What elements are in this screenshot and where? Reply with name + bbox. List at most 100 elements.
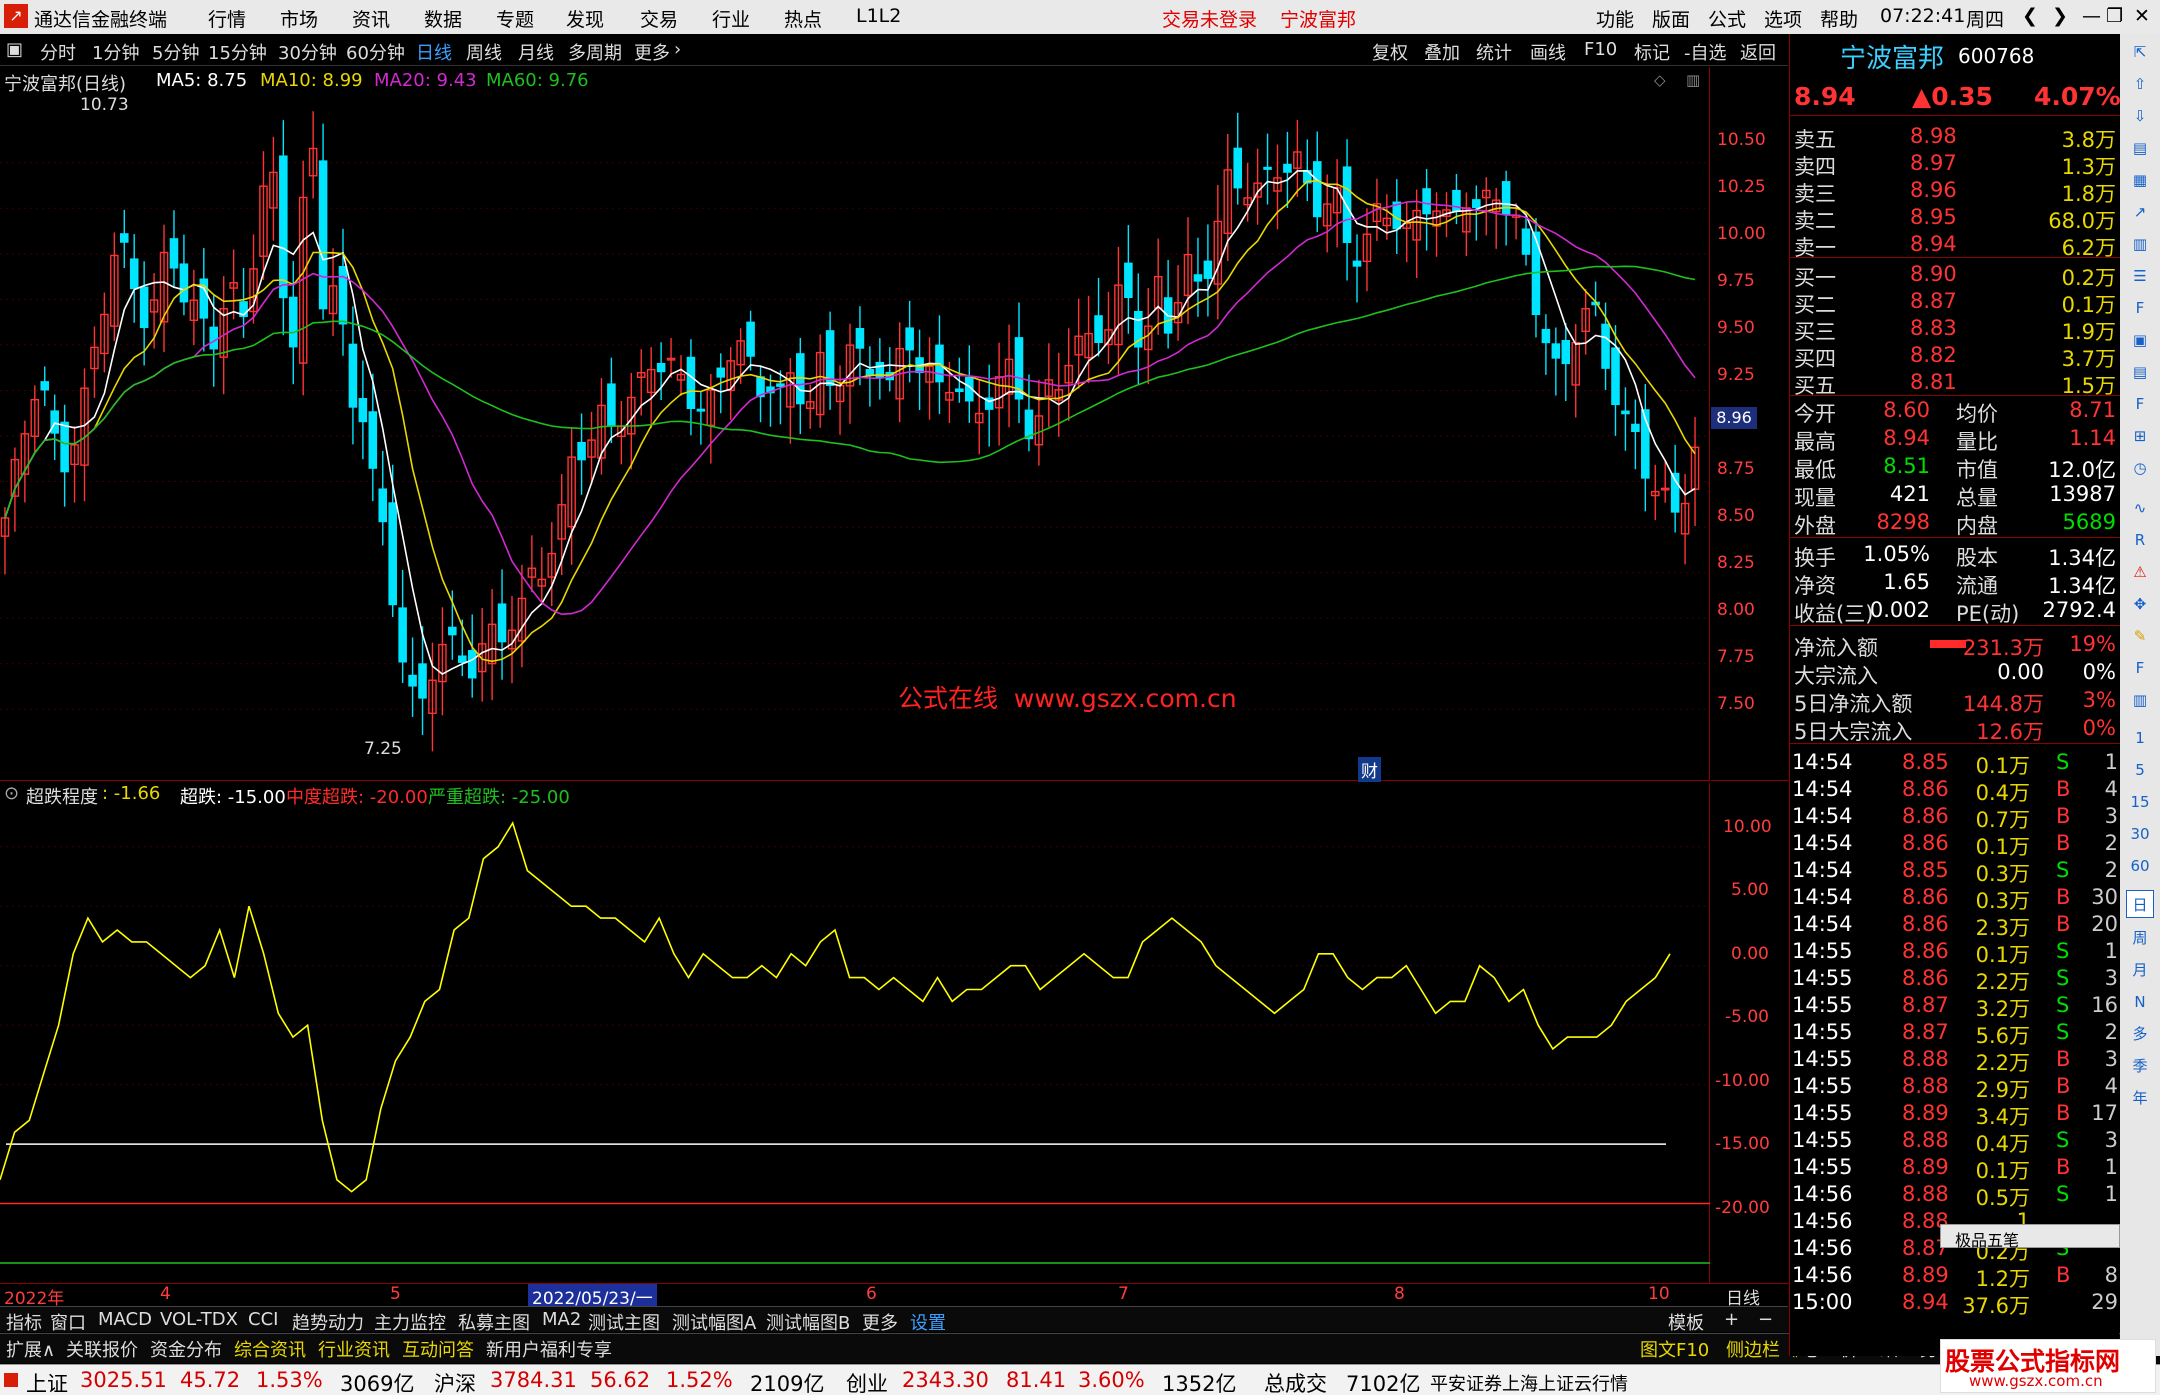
tab-guanlian[interactable]: 关联报价 <box>66 1336 138 1362</box>
tab-ceshi-zhu[interactable]: 测试主图 <box>588 1309 660 1335</box>
tab-multi[interactable]: 多周期 <box>568 39 622 65</box>
menu-gongshi[interactable]: 公式 <box>1708 5 1746 32</box>
doc-icon[interactable]: ▤ <box>2126 358 2154 386</box>
btn-add[interactable]: + <box>1724 1309 1739 1330</box>
kline-icon[interactable]: ▥ <box>2126 230 2154 258</box>
tab-macd[interactable]: MACD <box>98 1309 152 1330</box>
indicator-toggle-icon[interactable]: ⊙ <box>4 783 19 804</box>
table-icon[interactable]: ▣ <box>2126 326 2154 354</box>
btn-f10[interactable]: F10 <box>1584 39 1617 60</box>
menu-jiaoyi[interactable]: 交易 <box>640 5 678 32</box>
menu-hangye[interactable]: 行业 <box>712 5 750 32</box>
tab-zhibiao[interactable]: 指标 <box>6 1309 42 1335</box>
btn-remove[interactable]: − <box>1758 1309 1773 1330</box>
period-30[interactable]: 30 <box>2126 820 2154 848</box>
menu-l1l2[interactable]: L1L2 <box>856 5 901 27</box>
grid-icon[interactable]: ▦ <box>2126 166 2154 194</box>
forward-arrow-icon[interactable]: ❯ <box>2052 5 2068 27</box>
tab-zonghe[interactable]: 综合资讯 <box>234 1336 306 1362</box>
period-day[interactable]: 日 <box>2126 890 2154 918</box>
tab-kuozhan[interactable]: 扩展∧ <box>6 1336 55 1362</box>
period-n[interactable]: N <box>2126 988 2154 1016</box>
period-60[interactable]: 60 <box>2126 852 2154 880</box>
wave-icon[interactable]: ∿ <box>2126 494 2154 522</box>
tab-simu[interactable]: 私募主图 <box>458 1309 530 1335</box>
tab-30min[interactable]: 30分钟 <box>278 39 337 65</box>
menu-faxian[interactable]: 发现 <box>566 5 604 32</box>
cy-name[interactable]: 创业 <box>846 1368 888 1395</box>
stock-tab[interactable]: 宁波富邦 <box>1280 5 1356 32</box>
ime-popup[interactable]: 极品五笔 <box>1940 1224 2120 1250</box>
tab-qushi[interactable]: 趋势动力 <box>292 1309 364 1335</box>
chart-window-icon[interactable]: ▥ <box>1686 71 1700 89</box>
tab-ceshi-a[interactable]: 测试幅图A <box>672 1309 756 1335</box>
back-arrow-icon[interactable]: ❮ <box>2022 5 2038 27</box>
menu-hangqing[interactable]: 行情 <box>208 5 246 32</box>
chart-icon[interactable]: ▥ <box>2126 686 2154 714</box>
period-5[interactable]: 5 <box>2126 756 2154 784</box>
sz-name[interactable]: 沪深 <box>434 1368 476 1395</box>
period-15[interactable]: 15 <box>2126 788 2154 816</box>
collapse-icon[interactable]: ⇱ <box>2126 38 2154 66</box>
tab-zhuli[interactable]: 主力监控 <box>374 1309 446 1335</box>
tab-hangye-zixun[interactable]: 行业资讯 <box>318 1336 390 1362</box>
bid-row[interactable]: 买一 8.90 0.2万 <box>1790 262 2120 290</box>
tab-fenshi[interactable]: 分时 <box>40 39 76 65</box>
btn-tongji[interactable]: 统计 <box>1476 39 1512 65</box>
chart-settings-icon[interactable]: ◇ <box>1654 71 1666 89</box>
menu-shuju[interactable]: 数据 <box>424 5 462 32</box>
tab-5min[interactable]: 5分钟 <box>152 39 199 65</box>
clock-icon[interactable]: ◷ <box>2126 454 2154 482</box>
btn-fanhui[interactable]: 返回 <box>1740 39 1776 65</box>
rsi-icon[interactable]: R <box>2126 526 2154 554</box>
tab-hudong[interactable]: 互动问答 <box>402 1336 474 1362</box>
ask-row[interactable]: 卖一 8.94 6.2万 <box>1790 232 2120 260</box>
period-multi[interactable]: 多 <box>2126 1020 2154 1048</box>
btn-fuquan[interactable]: 复权 <box>1372 39 1408 65</box>
move-icon[interactable]: ✥ <box>2126 590 2154 618</box>
news-icon[interactable]: ▤ <box>2126 134 2154 162</box>
btn-biaoji[interactable]: 标记 <box>1634 39 1670 65</box>
tick-list[interactable]: 14:54 8.85 0.1万 S 1 14:54 8.86 0.4万 B 4 14:54 8.86 0… <box>1790 750 2120 1356</box>
tab-monthly[interactable]: 月线 <box>518 39 554 65</box>
bid-row[interactable]: 买三 8.83 1.9万 <box>1790 316 2120 344</box>
menu-zixun[interactable]: 资讯 <box>352 5 390 32</box>
ask-row[interactable]: 卖三 8.96 1.8万 <box>1790 178 2120 206</box>
period-week[interactable]: 周 <box>2126 924 2154 952</box>
login-status[interactable]: 交易未登录 <box>1162 5 1257 32</box>
bid-row[interactable]: 买五 8.81 1.5万 <box>1790 370 2120 398</box>
tab-weekly[interactable]: 周线 <box>466 39 502 65</box>
restore-icon[interactable]: ❐ <box>2106 5 2123 27</box>
compare-icon[interactable]: ⊞ <box>2126 422 2154 450</box>
period-month[interactable]: 月 <box>2126 956 2154 984</box>
period-year[interactable]: 年 <box>2126 1084 2154 1112</box>
period-season[interactable]: 季 <box>2126 1052 2154 1080</box>
indicator-chart[interactable]: ⊙ 超跌程度 : -1.66 超跌: -15.00 中度超跌: -20.00 严… <box>0 783 1710 1283</box>
menu-xuanxiang[interactable]: 选项 <box>1764 5 1802 32</box>
btn-cebianlan[interactable]: 侧边栏《 <box>1726 1336 1798 1362</box>
tab-more[interactable]: 更多 <box>634 39 670 65</box>
period-1[interactable]: 1 <box>2126 724 2154 752</box>
tab-60min[interactable]: 60分钟 <box>346 39 405 65</box>
tab-zijin[interactable]: 资金分布 <box>150 1336 222 1362</box>
minimize-icon[interactable]: — <box>2082 5 2101 27</box>
ask-row[interactable]: 卖四 8.97 1.3万 <box>1790 151 2120 179</box>
tab-cci[interactable]: CCI <box>248 1309 278 1330</box>
cai-badge[interactable]: 财 <box>1358 757 1381 782</box>
menu-gongneng[interactable]: 功能 <box>1596 5 1634 32</box>
close-icon[interactable]: ✕ <box>2134 5 2150 27</box>
tab-daily[interactable]: 日线 <box>416 39 452 65</box>
btn-template[interactable]: 模板 <box>1668 1309 1704 1335</box>
chevron-right-icon[interactable]: › <box>674 39 681 60</box>
alert-icon[interactable]: ⚠ <box>2126 558 2154 586</box>
tab-ma2[interactable]: MA2 <box>542 1309 581 1330</box>
tab-chuangkou[interactable]: 窗口 <box>50 1309 86 1335</box>
sh-name[interactable]: 上证 <box>26 1368 68 1395</box>
ask-row[interactable]: 卖五 8.98 3.8万 <box>1790 124 2120 152</box>
bid-row[interactable]: 买二 8.87 0.1万 <box>1790 289 2120 317</box>
menu-zhuanti[interactable]: 专题 <box>496 5 534 32</box>
menu-shichang[interactable]: 市场 <box>280 5 318 32</box>
bid-row[interactable]: 买四 8.82 3.7万 <box>1790 343 2120 371</box>
down-arrow-icon[interactable]: ⇩ <box>2126 102 2154 130</box>
btn-diejia[interactable]: 叠加 <box>1424 39 1460 65</box>
